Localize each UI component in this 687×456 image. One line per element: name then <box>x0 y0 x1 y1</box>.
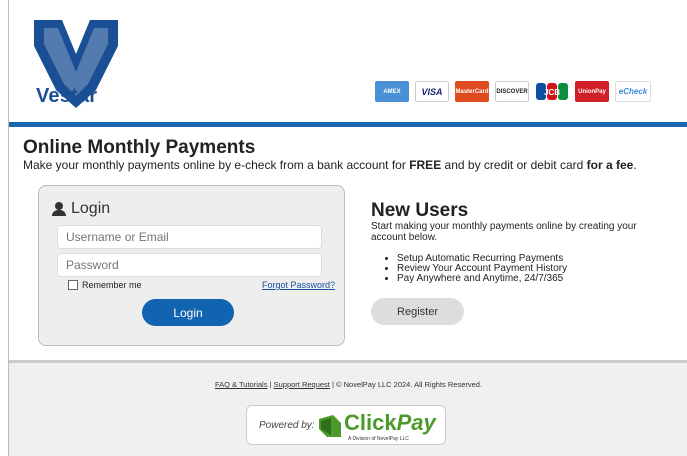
powered-by-label: Powered by: <box>259 420 315 431</box>
password-input[interactable] <box>57 253 322 277</box>
discover-card-icon: DISCOVER <box>495 81 529 102</box>
remember-me-checkbox[interactable]: Remember me <box>68 280 142 290</box>
clickpay-wordmark: ClickPay <box>344 410 436 435</box>
site-footer: FAQ & Tutorials | Support Request | © No… <box>9 360 687 456</box>
login-heading: Login <box>52 200 110 218</box>
clickpay-logo-icon <box>319 415 341 437</box>
site-header: Vestar AMEX VISA MasterCard DISCOVER JCB… <box>9 0 687 122</box>
new-users-title: New Users <box>371 200 469 221</box>
clickpay-division-text: A Division of NovelPay LLC <box>348 436 409 442</box>
forgot-password-link[interactable]: Forgot Password? <box>262 280 335 290</box>
login-heading-text: Login <box>71 200 111 217</box>
support-request-link[interactable]: Support Request <box>274 380 330 389</box>
brand-name: Vestar <box>36 85 98 107</box>
new-users-feature-list: Setup Automatic Recurring Payments Revie… <box>387 254 567 284</box>
page-subtitle: Make your monthly payments online by e-c… <box>23 158 637 172</box>
login-panel: Login Remember me Forgot Password? Login <box>38 185 345 346</box>
echeck-icon: eCheck <box>615 81 651 102</box>
faq-tutorials-link[interactable]: FAQ & Tutorials <box>215 380 268 389</box>
username-input[interactable] <box>57 225 322 249</box>
svg-text:JCB: JCB <box>544 88 560 97</box>
mastercard-icon: MasterCard <box>455 81 489 102</box>
new-users-description: Start making your monthly payments onlin… <box>371 221 637 243</box>
remember-me-label: Remember me <box>82 280 142 290</box>
copyright-text: | © NovelPay LLC 2024. All Rights Reserv… <box>329 380 483 389</box>
checkbox-box[interactable] <box>68 280 78 290</box>
amex-card-icon: AMEX <box>375 81 409 102</box>
footer-links: FAQ & Tutorials | Support Request | © No… <box>9 380 687 389</box>
page-frame: Vestar AMEX VISA MasterCard DISCOVER JCB… <box>8 0 687 456</box>
header-accent-bar <box>9 122 687 127</box>
visa-card-icon: VISA <box>415 81 449 102</box>
page-title: Online Monthly Payments <box>23 137 256 158</box>
user-icon <box>52 202 66 216</box>
register-button[interactable]: Register <box>371 298 464 325</box>
powered-by-clickpay-badge[interactable]: Powered by: ClickPay A Division of Novel… <box>246 405 446 445</box>
login-button[interactable]: Login <box>142 299 234 326</box>
list-item: Pay Anywhere and Anytime, 24/7/365 <box>397 274 567 284</box>
payment-card-strip: AMEX VISA MasterCard DISCOVER JCB UnionP… <box>375 81 651 102</box>
unionpay-card-icon: UnionPay <box>575 81 609 102</box>
jcb-card-icon: JCB <box>535 81 569 102</box>
